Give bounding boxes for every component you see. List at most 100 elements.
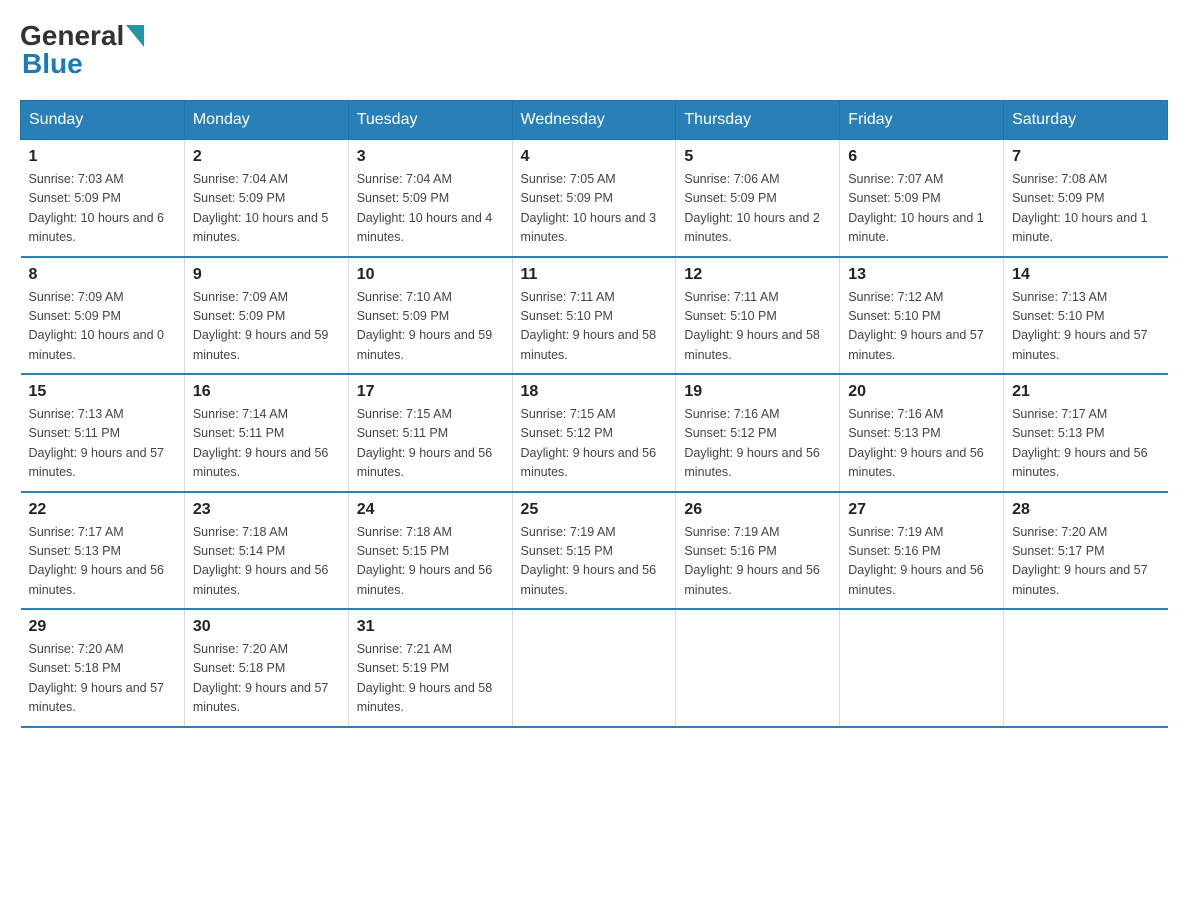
day-number: 18 xyxy=(521,383,668,401)
day-cell xyxy=(840,609,1004,727)
day-cell: 2 Sunrise: 7:04 AMSunset: 5:09 PMDayligh… xyxy=(184,140,348,257)
day-number: 20 xyxy=(848,383,995,401)
day-cell: 4 Sunrise: 7:05 AMSunset: 5:09 PMDayligh… xyxy=(512,140,676,257)
day-number: 9 xyxy=(193,266,340,284)
day-cell: 1 Sunrise: 7:03 AMSunset: 5:09 PMDayligh… xyxy=(21,140,185,257)
day-number: 17 xyxy=(357,383,504,401)
day-number: 7 xyxy=(1012,148,1159,166)
day-info: Sunrise: 7:16 AMSunset: 5:13 PMDaylight:… xyxy=(848,407,984,479)
day-number: 1 xyxy=(29,148,176,166)
day-cell: 29 Sunrise: 7:20 AMSunset: 5:18 PMDaylig… xyxy=(21,609,185,727)
day-info: Sunrise: 7:11 AMSunset: 5:10 PMDaylight:… xyxy=(521,290,657,362)
day-number: 24 xyxy=(357,501,504,519)
day-info: Sunrise: 7:08 AMSunset: 5:09 PMDaylight:… xyxy=(1012,172,1148,244)
day-cell: 22 Sunrise: 7:17 AMSunset: 5:13 PMDaylig… xyxy=(21,492,185,610)
day-cell xyxy=(512,609,676,727)
header-wednesday: Wednesday xyxy=(512,101,676,140)
day-cell: 8 Sunrise: 7:09 AMSunset: 5:09 PMDayligh… xyxy=(21,257,185,375)
day-number: 27 xyxy=(848,501,995,519)
day-cell: 25 Sunrise: 7:19 AMSunset: 5:15 PMDaylig… xyxy=(512,492,676,610)
day-cell: 27 Sunrise: 7:19 AMSunset: 5:16 PMDaylig… xyxy=(840,492,1004,610)
day-number: 30 xyxy=(193,618,340,636)
day-info: Sunrise: 7:05 AMSunset: 5:09 PMDaylight:… xyxy=(521,172,657,244)
day-cell: 10 Sunrise: 7:10 AMSunset: 5:09 PMDaylig… xyxy=(348,257,512,375)
day-info: Sunrise: 7:17 AMSunset: 5:13 PMDaylight:… xyxy=(1012,407,1148,479)
day-number: 11 xyxy=(521,266,668,284)
day-cell: 19 Sunrise: 7:16 AMSunset: 5:12 PMDaylig… xyxy=(676,374,840,492)
week-row-2: 8 Sunrise: 7:09 AMSunset: 5:09 PMDayligh… xyxy=(21,257,1168,375)
header-saturday: Saturday xyxy=(1004,101,1168,140)
day-cell: 23 Sunrise: 7:18 AMSunset: 5:14 PMDaylig… xyxy=(184,492,348,610)
day-cell: 20 Sunrise: 7:16 AMSunset: 5:13 PMDaylig… xyxy=(840,374,1004,492)
day-cell: 6 Sunrise: 7:07 AMSunset: 5:09 PMDayligh… xyxy=(840,140,1004,257)
day-cell: 9 Sunrise: 7:09 AMSunset: 5:09 PMDayligh… xyxy=(184,257,348,375)
day-cell: 11 Sunrise: 7:11 AMSunset: 5:10 PMDaylig… xyxy=(512,257,676,375)
logo-blue-text: Blue xyxy=(20,48,83,80)
day-number: 15 xyxy=(29,383,176,401)
day-info: Sunrise: 7:04 AMSunset: 5:09 PMDaylight:… xyxy=(357,172,493,244)
day-info: Sunrise: 7:15 AMSunset: 5:11 PMDaylight:… xyxy=(357,407,493,479)
day-cell: 30 Sunrise: 7:20 AMSunset: 5:18 PMDaylig… xyxy=(184,609,348,727)
header-sunday: Sunday xyxy=(21,101,185,140)
week-row-1: 1 Sunrise: 7:03 AMSunset: 5:09 PMDayligh… xyxy=(21,140,1168,257)
day-cell: 3 Sunrise: 7:04 AMSunset: 5:09 PMDayligh… xyxy=(348,140,512,257)
day-cell: 26 Sunrise: 7:19 AMSunset: 5:16 PMDaylig… xyxy=(676,492,840,610)
day-cell: 15 Sunrise: 7:13 AMSunset: 5:11 PMDaylig… xyxy=(21,374,185,492)
week-row-5: 29 Sunrise: 7:20 AMSunset: 5:18 PMDaylig… xyxy=(21,609,1168,727)
day-info: Sunrise: 7:04 AMSunset: 5:09 PMDaylight:… xyxy=(193,172,329,244)
day-number: 29 xyxy=(29,618,176,636)
day-number: 26 xyxy=(684,501,831,519)
day-number: 2 xyxy=(193,148,340,166)
day-info: Sunrise: 7:18 AMSunset: 5:15 PMDaylight:… xyxy=(357,525,493,597)
day-number: 19 xyxy=(684,383,831,401)
header-friday: Friday xyxy=(840,101,1004,140)
header-tuesday: Tuesday xyxy=(348,101,512,140)
day-cell: 7 Sunrise: 7:08 AMSunset: 5:09 PMDayligh… xyxy=(1004,140,1168,257)
day-number: 14 xyxy=(1012,266,1159,284)
day-cell: 18 Sunrise: 7:15 AMSunset: 5:12 PMDaylig… xyxy=(512,374,676,492)
day-cell: 31 Sunrise: 7:21 AMSunset: 5:19 PMDaylig… xyxy=(348,609,512,727)
day-number: 31 xyxy=(357,618,504,636)
day-info: Sunrise: 7:11 AMSunset: 5:10 PMDaylight:… xyxy=(684,290,820,362)
day-cell xyxy=(676,609,840,727)
day-info: Sunrise: 7:19 AMSunset: 5:16 PMDaylight:… xyxy=(848,525,984,597)
day-info: Sunrise: 7:20 AMSunset: 5:18 PMDaylight:… xyxy=(193,642,329,714)
week-row-4: 22 Sunrise: 7:17 AMSunset: 5:13 PMDaylig… xyxy=(21,492,1168,610)
day-info: Sunrise: 7:16 AMSunset: 5:12 PMDaylight:… xyxy=(684,407,820,479)
day-cell: 17 Sunrise: 7:15 AMSunset: 5:11 PMDaylig… xyxy=(348,374,512,492)
day-info: Sunrise: 7:06 AMSunset: 5:09 PMDaylight:… xyxy=(684,172,820,244)
day-info: Sunrise: 7:18 AMSunset: 5:14 PMDaylight:… xyxy=(193,525,329,597)
day-info: Sunrise: 7:14 AMSunset: 5:11 PMDaylight:… xyxy=(193,407,329,479)
day-number: 4 xyxy=(521,148,668,166)
day-cell: 12 Sunrise: 7:11 AMSunset: 5:10 PMDaylig… xyxy=(676,257,840,375)
day-info: Sunrise: 7:20 AMSunset: 5:17 PMDaylight:… xyxy=(1012,525,1148,597)
day-number: 10 xyxy=(357,266,504,284)
header-monday: Monday xyxy=(184,101,348,140)
day-number: 23 xyxy=(193,501,340,519)
day-number: 25 xyxy=(521,501,668,519)
day-info: Sunrise: 7:17 AMSunset: 5:13 PMDaylight:… xyxy=(29,525,165,597)
logo: General Blue xyxy=(20,20,144,80)
day-info: Sunrise: 7:09 AMSunset: 5:09 PMDaylight:… xyxy=(193,290,329,362)
header-thursday: Thursday xyxy=(676,101,840,140)
day-number: 16 xyxy=(193,383,340,401)
day-info: Sunrise: 7:10 AMSunset: 5:09 PMDaylight:… xyxy=(357,290,493,362)
day-cell: 28 Sunrise: 7:20 AMSunset: 5:17 PMDaylig… xyxy=(1004,492,1168,610)
day-info: Sunrise: 7:12 AMSunset: 5:10 PMDaylight:… xyxy=(848,290,984,362)
day-number: 8 xyxy=(29,266,176,284)
day-number: 13 xyxy=(848,266,995,284)
day-cell: 13 Sunrise: 7:12 AMSunset: 5:10 PMDaylig… xyxy=(840,257,1004,375)
day-number: 22 xyxy=(29,501,176,519)
day-info: Sunrise: 7:13 AMSunset: 5:11 PMDaylight:… xyxy=(29,407,165,479)
day-cell: 5 Sunrise: 7:06 AMSunset: 5:09 PMDayligh… xyxy=(676,140,840,257)
logo-arrow-icon xyxy=(126,25,144,47)
day-number: 6 xyxy=(848,148,995,166)
day-cell: 24 Sunrise: 7:18 AMSunset: 5:15 PMDaylig… xyxy=(348,492,512,610)
day-number: 3 xyxy=(357,148,504,166)
day-number: 21 xyxy=(1012,383,1159,401)
day-cell: 14 Sunrise: 7:13 AMSunset: 5:10 PMDaylig… xyxy=(1004,257,1168,375)
day-info: Sunrise: 7:03 AMSunset: 5:09 PMDaylight:… xyxy=(29,172,165,244)
day-info: Sunrise: 7:19 AMSunset: 5:16 PMDaylight:… xyxy=(684,525,820,597)
day-number: 12 xyxy=(684,266,831,284)
day-info: Sunrise: 7:21 AMSunset: 5:19 PMDaylight:… xyxy=(357,642,493,714)
